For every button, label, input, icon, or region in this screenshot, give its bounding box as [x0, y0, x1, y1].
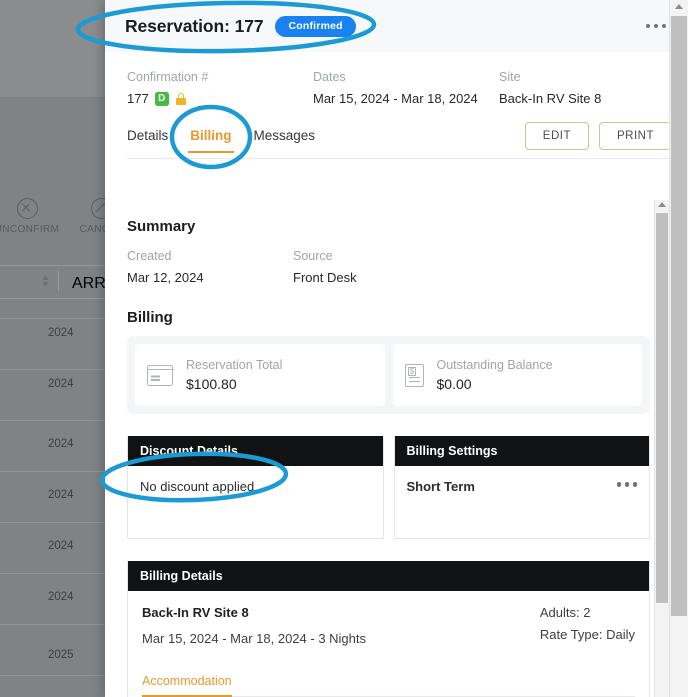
page-scrollbar[interactable]: [669, 0, 688, 697]
billing-adults: Adults: 2: [540, 605, 635, 620]
billing-term-text: Short Term: [407, 479, 475, 494]
background-content-panel: [0, 97, 105, 697]
background-row-divider: [0, 624, 105, 625]
background-divider: [58, 271, 59, 291]
background-cell-date: 2024: [48, 438, 74, 450]
card-body: Short Term: [395, 466, 650, 538]
background-row-divider: [0, 675, 105, 676]
scrollbar-thumb[interactable]: [671, 16, 687, 616]
field-label: Created: [127, 249, 293, 263]
billing-date-range: Mar 15, 2024 - Mar 18, 2024 - 3 Nights: [142, 631, 366, 646]
page-title: Reservation: 177: [125, 16, 263, 37]
background-action-label: UNCONFIRM: [0, 224, 59, 235]
panel-header: Reservation: 177 Confirmed: [105, 0, 688, 52]
panel-scrollbar[interactable]: [654, 200, 669, 697]
total-value: $0.00: [437, 376, 553, 392]
reservation-detail-panel: Reservation: 177 Confirmed Confirmation …: [105, 0, 688, 697]
summary-source: Source Front Desk: [293, 249, 459, 285]
discount-status-text: No discount applied: [140, 479, 254, 494]
card-title: Billing Settings: [395, 436, 650, 466]
background-cell-date: 2024: [48, 489, 74, 501]
background-cell-date: 2025: [48, 649, 74, 661]
background-cell-date: 2024: [48, 591, 74, 603]
meta-value: Mar 15, 2024 - Mar 18, 2024: [313, 91, 499, 106]
meta-value: 177 D: [127, 91, 313, 106]
meta-value: Back-In RV Site 8: [499, 91, 685, 106]
meta-label: Confirmation #: [127, 70, 313, 84]
tab-messages[interactable]: Messages: [244, 128, 326, 152]
tab-billing[interactable]: Billing: [180, 128, 241, 152]
background-band: [0, 47, 105, 97]
billing-site-name: Back-In RV Site 8: [142, 605, 366, 620]
card-body: No discount applied: [128, 466, 383, 538]
billing-totals: Reservation Total $100.80 Outstanding Ba…: [127, 336, 650, 414]
background-row-divider: [0, 420, 105, 421]
discount-details-card: Discount Details No discount applied: [127, 436, 384, 539]
detail-cards-row: Discount Details No discount applied Bil…: [127, 436, 650, 539]
background-row-divider: [0, 573, 105, 574]
circle-x-icon: [17, 198, 38, 219]
background-cell-date: 2024: [48, 378, 74, 390]
print-button[interactable]: PRINT: [599, 122, 672, 150]
billing-settings-card: Billing Settings Short Term: [394, 436, 651, 539]
status-badge: Confirmed: [275, 16, 355, 37]
tab-details[interactable]: Details: [127, 128, 178, 152]
billing-scroll-area: Summary Created Mar 12, 2024 Source Fron…: [105, 200, 688, 697]
field-value: Mar 12, 2024: [127, 270, 293, 285]
deposit-badge: D: [155, 92, 169, 106]
field-value: Front Desk: [293, 270, 459, 285]
sort-icon[interactable]: ▲▼: [40, 274, 51, 288]
total-value: $100.80: [186, 376, 282, 392]
background-row-divider: [0, 318, 105, 319]
scrollbar-thumb[interactable]: [656, 213, 668, 603]
billing-details-body: Back-In RV Site 8 Mar 15, 2024 - Mar 18,…: [128, 591, 649, 697]
billing-rate-type: Rate Type: Daily: [540, 627, 635, 642]
scroll-up-arrow-icon[interactable]: [658, 202, 666, 207]
field-label: Source: [293, 249, 459, 263]
reservation-meta: Confirmation # 177 D Dates Mar 15, 2024 …: [105, 52, 688, 106]
reservation-total-card: Reservation Total $100.80: [135, 344, 385, 406]
card-title: Billing Details: [128, 561, 649, 591]
meta-label: Dates: [313, 70, 499, 84]
summary-heading: Summary: [127, 218, 650, 235]
billing-details-card: Billing Details Back-In RV Site 8 Mar 15…: [127, 561, 650, 697]
total-label: Reservation Total: [186, 358, 282, 372]
summary-created: Created Mar 12, 2024: [127, 249, 293, 285]
more-options-icon[interactable]: [617, 482, 638, 487]
billing-heading: Billing: [127, 309, 650, 326]
total-label: Outstanding Balance: [437, 358, 553, 372]
edit-button[interactable]: EDIT: [525, 122, 589, 150]
background-row-divider: [0, 522, 105, 523]
confirmation-number: 177: [127, 91, 149, 106]
card-title: Discount Details: [128, 436, 383, 466]
credit-card-icon: [147, 365, 173, 386]
billing-category-tabs: Accommodation: [142, 672, 635, 697]
lock-icon: [175, 92, 187, 105]
background-row-divider: [0, 471, 105, 472]
panel-body: Confirmation # 177 D Dates Mar 15, 2024 …: [105, 52, 688, 697]
background-row-divider: [0, 369, 105, 370]
outstanding-balance-card: Outstanding Balance $0.00: [393, 344, 643, 406]
scroll-up-arrow-icon[interactable]: [675, 4, 683, 9]
meta-site: Site Back-In RV Site 8: [499, 70, 685, 106]
background-cell-date: 2024: [48, 327, 74, 339]
meta-label: Site: [499, 70, 685, 84]
background-topbar: [0, 0, 105, 47]
summary-fields: Created Mar 12, 2024 Source Front Desk: [127, 249, 650, 285]
more-options-icon[interactable]: [640, 16, 673, 37]
meta-confirmation: Confirmation # 177 D: [127, 70, 313, 106]
invoice-icon: [405, 364, 424, 387]
background-cell-date: 2024: [48, 540, 74, 552]
tab-accommodation[interactable]: Accommodation: [142, 674, 240, 696]
meta-dates: Dates Mar 15, 2024 - Mar 18, 2024: [313, 70, 499, 106]
tab-bar: Details Billing Messages EDIT PRINT: [127, 122, 672, 159]
